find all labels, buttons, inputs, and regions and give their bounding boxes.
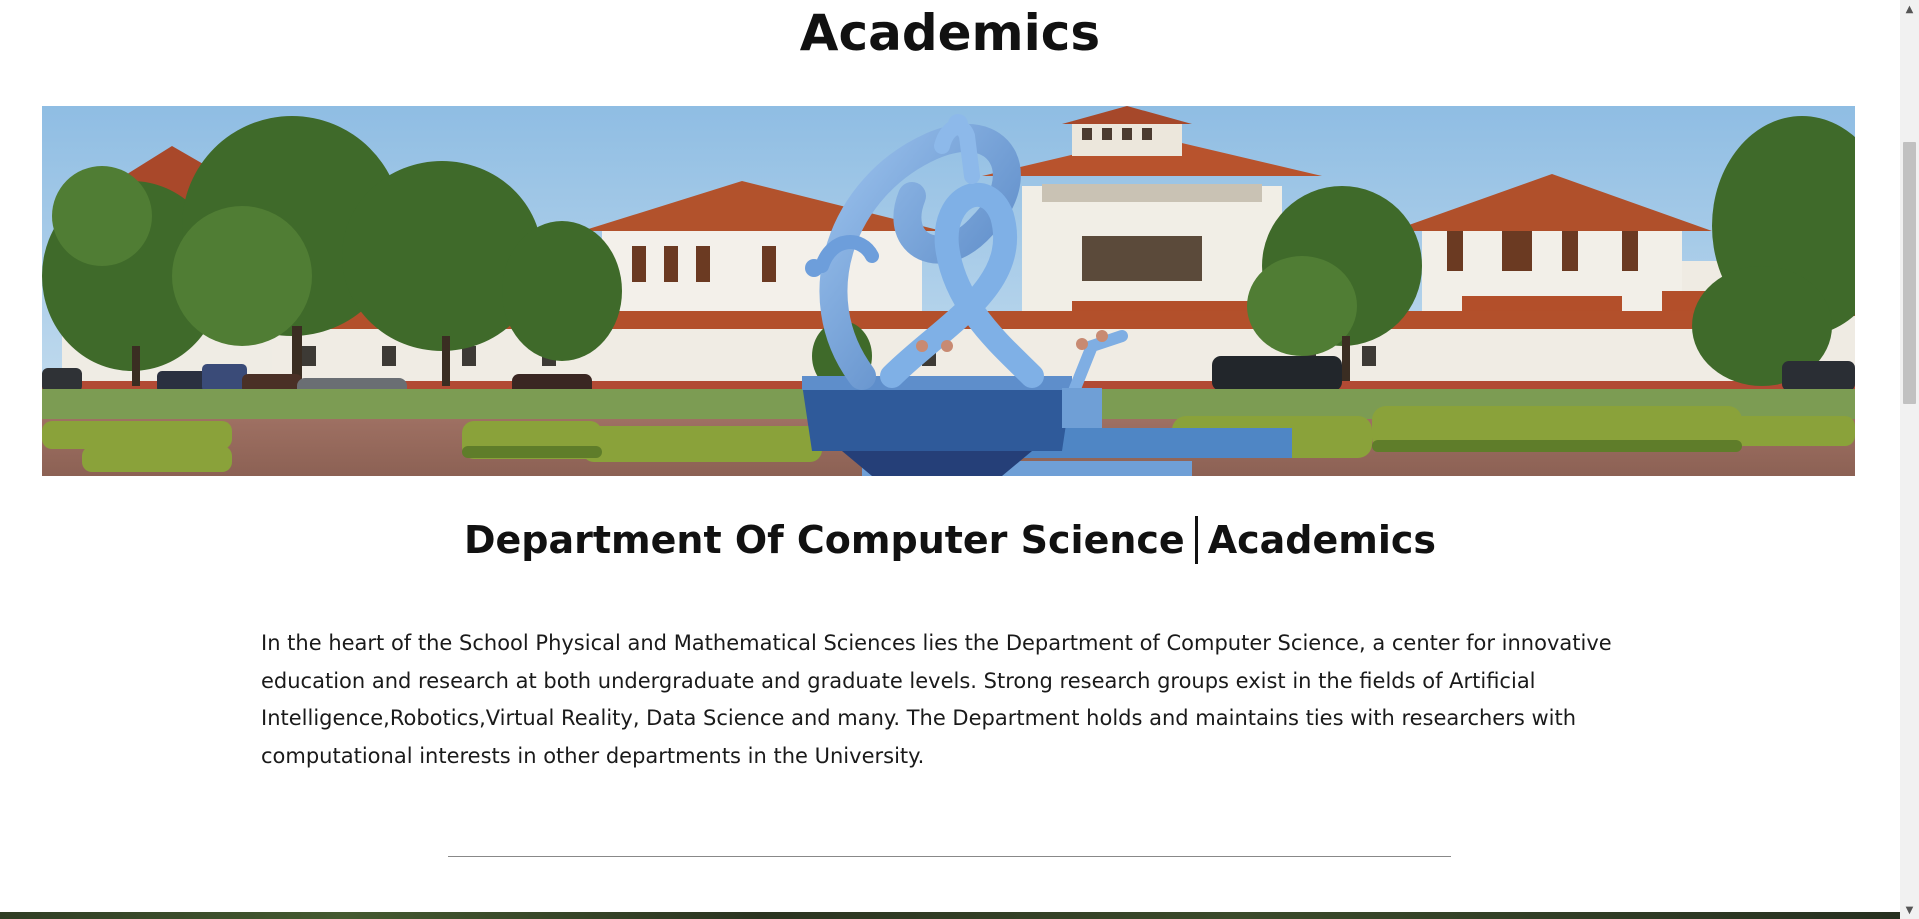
section-divider: [448, 856, 1451, 857]
page: Academics Department Of Computer Science…: [0, 0, 1900, 919]
heading-separator: [1194, 515, 1198, 564]
department-name: Department Of Computer Science: [463, 518, 1185, 562]
hero-image: [42, 106, 1855, 476]
scroll-up-arrow-icon[interactable]: ▲: [1900, 0, 1919, 18]
vertical-scrollbar[interactable]: ▲ ▼: [1900, 0, 1919, 919]
department-section: Academics: [1207, 518, 1437, 562]
scroll-down-arrow-icon[interactable]: ▼: [1900, 901, 1919, 919]
department-heading: Department Of Computer Science Academics: [0, 513, 1900, 567]
intro-paragraph: In the heart of the School Physical and …: [261, 631, 1612, 768]
hero-illustration: [42, 106, 1855, 476]
page-title: Academics: [799, 4, 1101, 62]
next-section-preview: [0, 912, 1900, 919]
scroll-thumb[interactable]: [1903, 142, 1916, 404]
